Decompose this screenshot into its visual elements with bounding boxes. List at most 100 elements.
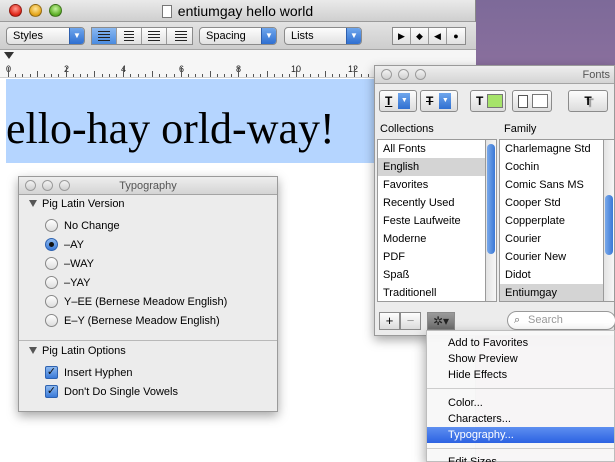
collection-item[interactable]: Moderne	[378, 230, 485, 248]
document-color-icon	[518, 94, 528, 108]
indent-marker-icon[interactable]	[4, 52, 14, 60]
version-label: Y–EE (Bernese Meadow English)	[64, 295, 228, 308]
version-radio[interactable]: E–Y (Bernese Meadow English)	[45, 314, 220, 327]
ruler-tick	[209, 71, 211, 77]
collection-item-selected[interactable]: English	[378, 158, 485, 176]
collection-item[interactable]: All Fonts	[378, 140, 485, 158]
version-radio[interactable]: No Change	[45, 219, 120, 232]
panel-close-button[interactable]	[381, 69, 392, 80]
tab-decimal-icon[interactable]: ●	[447, 28, 465, 44]
strikethrough-popup[interactable]: T ▼	[420, 90, 458, 112]
gear-icon: ✲▾	[432, 314, 450, 328]
scroll-thumb[interactable]	[605, 195, 613, 255]
action-gear-button[interactable]: ✲▾	[427, 312, 455, 330]
version-radio[interactable]: –AY	[45, 238, 84, 251]
tab-right-icon[interactable]: ◀	[429, 28, 447, 44]
minimize-button[interactable]	[29, 4, 42, 17]
radio-button[interactable]	[45, 257, 58, 270]
pig-latin-options-section[interactable]: Pig Latin Options	[29, 345, 126, 357]
tab-center-icon[interactable]: ◆	[411, 28, 429, 44]
ruler-tick	[116, 74, 117, 77]
text-shadow-button[interactable]: T	[568, 90, 608, 112]
family-item[interactable]: Courier	[500, 230, 610, 248]
ruler-tick	[368, 74, 369, 77]
family-item[interactable]: Charlemagne Std	[500, 140, 610, 158]
panel-zoom-button[interactable]	[59, 180, 70, 191]
document-text-selection[interactable]: ello-hay orld-way!	[6, 79, 376, 163]
ruler-tick	[101, 74, 103, 77]
styles-popup[interactable]: Styles ▼	[6, 27, 85, 45]
close-button[interactable]	[9, 4, 22, 17]
document-color-button[interactable]	[512, 90, 552, 112]
collection-item[interactable]: Favorites	[378, 176, 485, 194]
ruler-tick	[296, 67, 297, 77]
family-item[interactable]: Cooper Std	[500, 194, 610, 212]
family-list[interactable]: Charlemagne Std Cochin Comic Sans MS Coo…	[499, 139, 611, 302]
tab-stop-control: ▶ ◆ ◀ ●	[392, 27, 466, 45]
disclosure-triangle-icon[interactable]	[29, 200, 37, 207]
family-scrollbar[interactable]	[603, 139, 615, 302]
ruler-tick	[123, 67, 125, 77]
family-item[interactable]: Cochin	[500, 158, 610, 176]
search-placeholder: Search	[528, 314, 563, 326]
checkmark-icon[interactable]: ✓	[45, 366, 58, 379]
family-item[interactable]: Courier New	[500, 248, 610, 266]
radio-button[interactable]	[45, 219, 58, 232]
zoom-button[interactable]	[49, 4, 62, 17]
ruler-tick	[238, 67, 240, 77]
radio-button[interactable]	[45, 276, 58, 289]
spacing-popup[interactable]: Spacing ▼	[199, 27, 277, 45]
panel-close-button[interactable]	[25, 180, 36, 191]
radio-button-selected[interactable]	[45, 238, 58, 251]
checkmark-icon[interactable]: ✓	[45, 385, 58, 398]
family-item-selected[interactable]: Entiumgay	[500, 284, 610, 301]
menu-item[interactable]: Add to Favorites	[427, 335, 614, 351]
family-item[interactable]: Copperplate	[500, 212, 610, 230]
collection-item[interactable]: PDF	[378, 248, 485, 266]
version-radio[interactable]: –YAY	[45, 276, 91, 289]
menu-item[interactable]: Color...	[427, 395, 614, 411]
version-radio[interactable]: –WAY	[45, 257, 94, 270]
menu-item[interactable]: Hide Effects	[427, 367, 614, 383]
collection-item[interactable]: Feste Laufweite	[378, 212, 485, 230]
text-color-button[interactable]: T	[470, 90, 506, 112]
disclosure-triangle-icon[interactable]	[29, 347, 37, 354]
collection-item[interactable]: Recently Used	[378, 194, 485, 212]
fonts-panel-titlebar[interactable]: Fonts	[375, 66, 614, 84]
section-divider	[19, 340, 277, 341]
typography-panel-titlebar[interactable]: Typography	[19, 177, 277, 195]
panel-minimize-button[interactable]	[398, 69, 409, 80]
family-item[interactable]: Didot	[500, 266, 610, 284]
window-titlebar[interactable]: entiumgay hello world	[0, 0, 475, 22]
align-center-button[interactable]	[117, 28, 142, 44]
align-right-button[interactable]	[167, 28, 192, 44]
panel-zoom-button[interactable]	[415, 69, 426, 80]
collections-list[interactable]: All Fonts English Favorites Recently Use…	[377, 139, 486, 302]
scroll-thumb[interactable]	[487, 144, 495, 254]
insert-hyphen-checkbox[interactable]: ✓ Insert Hyphen	[45, 366, 132, 379]
radio-button[interactable]	[45, 295, 58, 308]
version-radio[interactable]: Y–EE (Bernese Meadow English)	[45, 295, 227, 308]
ruler-tick	[144, 74, 146, 77]
menu-item-highlighted[interactable]: Typography...	[427, 427, 614, 443]
menu-item[interactable]: Characters...	[427, 411, 614, 427]
search-field[interactable]: ⌕ Search	[507, 311, 615, 330]
underline-popup[interactable]: T ▼	[379, 90, 417, 112]
align-left-button[interactable]	[92, 28, 117, 44]
panel-minimize-button[interactable]	[42, 180, 53, 191]
menu-item[interactable]: Edit Sizes...	[427, 454, 614, 462]
radio-button[interactable]	[45, 314, 58, 327]
single-vowels-checkbox[interactable]: ✓ Don't Do Single Vowels	[45, 385, 178, 398]
tab-left-icon[interactable]: ▶	[393, 28, 411, 44]
version-label: No Change	[64, 219, 120, 232]
collections-scrollbar[interactable]	[485, 139, 497, 302]
lists-popup[interactable]: Lists ▼	[284, 27, 362, 45]
add-collection-button[interactable]: +	[379, 312, 400, 330]
remove-collection-button[interactable]: −	[400, 312, 421, 330]
pig-latin-version-section[interactable]: Pig Latin Version	[29, 198, 125, 210]
collection-item[interactable]: Spaß	[378, 266, 485, 284]
menu-item[interactable]: Show Preview	[427, 351, 614, 367]
collection-item[interactable]: Traditionell	[378, 284, 485, 301]
align-justify-button[interactable]	[142, 28, 167, 44]
family-item[interactable]: Comic Sans MS	[500, 176, 610, 194]
